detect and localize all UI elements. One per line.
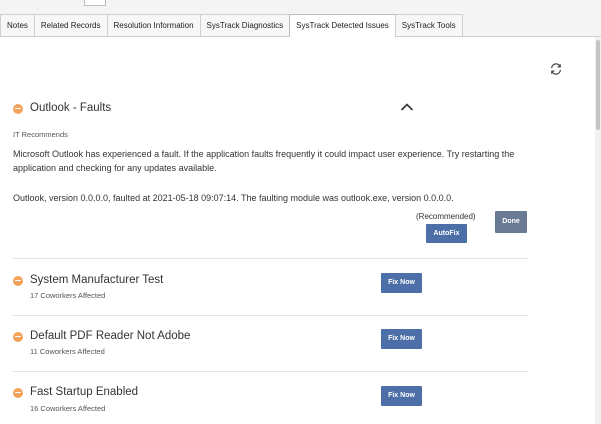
- refresh-icon[interactable]: [549, 62, 563, 76]
- recommended-label: (Recommended): [416, 212, 476, 221]
- chevron-up-icon[interactable]: [400, 102, 414, 112]
- tab-bar: Notes Related Records Resolution Informa…: [0, 14, 601, 37]
- tab-related-records[interactable]: Related Records: [33, 14, 108, 36]
- it-recommends-label: IT Recommends: [13, 130, 68, 139]
- issue-title[interactable]: Fast Startup Enabled: [30, 386, 138, 398]
- warning-dot-icon: [13, 276, 23, 286]
- issue-title[interactable]: System Manufacturer Test: [30, 274, 163, 286]
- fix-now-button[interactable]: Fix Now: [381, 273, 422, 293]
- divider: [13, 315, 528, 316]
- tab-resolution-information[interactable]: Resolution Information: [106, 14, 201, 36]
- tab-systrack-detected-issues[interactable]: SysTrack Detected Issues: [289, 14, 396, 37]
- warning-dot-icon: [13, 388, 23, 398]
- issue-title[interactable]: Default PDF Reader Not Adobe: [30, 330, 190, 342]
- tab-systrack-tools[interactable]: SysTrack Tools: [394, 14, 463, 36]
- autofix-button[interactable]: AutoFix: [426, 224, 467, 243]
- done-button[interactable]: Done: [495, 211, 527, 233]
- recommendation-text: Microsoft Outlook has experienced a faul…: [13, 149, 515, 173]
- issue-affected-count: 16 Coworkers Affected: [30, 404, 106, 413]
- expanded-issue-title[interactable]: Outlook - Faults: [30, 102, 111, 114]
- issue-affected-count: 11 Coworkers Affected: [30, 347, 105, 356]
- issue-affected-count: 17 Coworkers Affected: [30, 291, 106, 300]
- warning-dot-icon: [13, 104, 23, 114]
- divider: [13, 258, 528, 259]
- fault-details-text: Outlook, version 0.0.0.0, faulted at 202…: [13, 193, 454, 203]
- top-control-stub[interactable]: [84, 0, 106, 6]
- fix-now-button[interactable]: Fix Now: [381, 329, 422, 349]
- warning-dot-icon: [13, 332, 23, 342]
- tab-notes[interactable]: Notes: [0, 14, 35, 36]
- scrollbar-thumb[interactable]: [596, 40, 600, 130]
- tab-systrack-diagnostics[interactable]: SysTrack Diagnostics: [199, 14, 291, 36]
- divider: [13, 371, 528, 372]
- fix-now-button[interactable]: Fix Now: [381, 386, 422, 406]
